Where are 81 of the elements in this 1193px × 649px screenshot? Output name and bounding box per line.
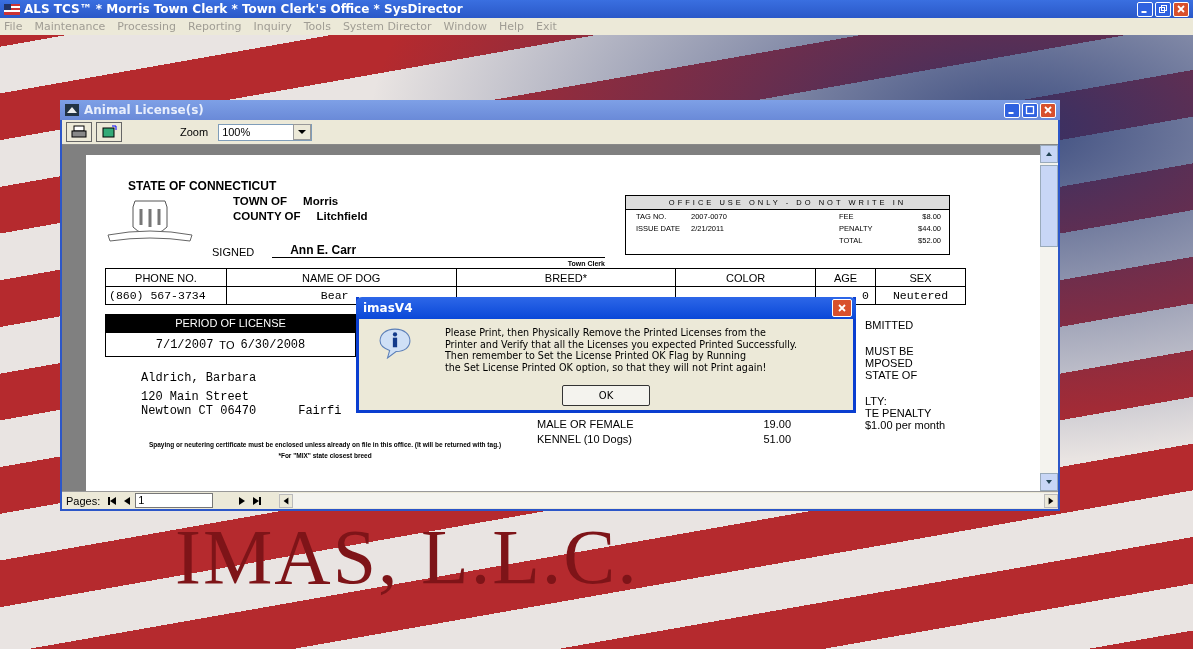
- owner-name: Aldrich, Barbara: [141, 371, 258, 385]
- first-page-icon: [106, 495, 117, 506]
- caret-icon: [293, 124, 312, 140]
- state-heading: STATE OF CONNECTICUT: [127, 179, 278, 193]
- column-header: COLOR: [675, 268, 816, 287]
- owner-street: 120 Main Street: [141, 390, 251, 404]
- flag-icon: [4, 3, 20, 15]
- horizontal-scrollbar[interactable]: [279, 493, 1058, 508]
- column-header: SEX: [875, 268, 966, 287]
- maximize-button[interactable]: [1022, 102, 1038, 118]
- vertical-scrollbar[interactable]: [1040, 145, 1058, 491]
- county-name: Litchfield: [316, 210, 368, 222]
- close-icon: [837, 303, 847, 313]
- fee-amount: 51.00: [763, 433, 791, 445]
- pages-label: Pages:: [66, 494, 101, 507]
- to-label: TO: [219, 338, 235, 351]
- fee-type: MALE OR FEMALE: [537, 418, 634, 430]
- notice-text: TE PENALTY: [865, 407, 933, 419]
- notice-text: LTY:: [865, 395, 888, 407]
- printer-icon: [71, 125, 87, 139]
- menu-item[interactable]: Exit: [536, 20, 557, 33]
- export-button[interactable]: [96, 122, 122, 142]
- notice-text: $1.00 per month: [865, 419, 947, 431]
- fee-amount: 19.00: [763, 418, 791, 430]
- signature-name: Ann E. Carr: [290, 243, 357, 257]
- column-header: BREED*: [456, 268, 676, 287]
- restore-button[interactable]: [1155, 1, 1171, 17]
- notice-text: BMITTED: [865, 319, 915, 331]
- menu-item[interactable]: System Director: [342, 20, 432, 33]
- owner-city: Newtown CT 06470: [141, 404, 257, 418]
- table-cell: Neutered: [875, 286, 966, 305]
- start-date: 7/1/2007: [155, 337, 214, 352]
- notice-text: STATE OF: [865, 369, 919, 381]
- close-button[interactable]: [1040, 102, 1056, 118]
- restore-icon: [1158, 4, 1168, 14]
- scroll-thumb[interactable]: [1040, 165, 1058, 247]
- minimize-button[interactable]: [1004, 102, 1020, 118]
- period-heading: PERIOD OF LICENSE: [105, 314, 356, 332]
- notice-text: MPOSED: [865, 357, 914, 369]
- ok-button[interactable]: OK: [562, 385, 650, 406]
- close-icon: [1043, 105, 1053, 115]
- menu-item[interactable]: Tools: [303, 20, 331, 33]
- info-icon: [377, 327, 413, 359]
- column-header: PHONE NO.: [105, 268, 227, 287]
- window-title: ALS TCS™ * Morris Town Clerk * Town Clerk's Office * SysDirector: [24, 2, 463, 16]
- table-cell: (860) 567-3734: [105, 286, 227, 305]
- menu-item[interactable]: Window: [443, 20, 487, 33]
- minimize-icon: [1007, 112, 1014, 114]
- print-button[interactable]: [66, 122, 92, 142]
- menu-item[interactable]: Maintenance: [34, 20, 106, 33]
- export-icon: [101, 125, 117, 139]
- zoom-dropdown[interactable]: 100%: [218, 123, 313, 141]
- report-icon: [65, 104, 79, 116]
- town-name: Morris: [303, 195, 339, 207]
- last-page-icon: [251, 495, 262, 506]
- fee-type: KENNEL (10 Dogs): [537, 433, 632, 445]
- close-button[interactable]: [832, 299, 852, 317]
- minimize-icon: [1140, 11, 1147, 13]
- menu-item[interactable]: Processing: [117, 20, 176, 33]
- menu-item[interactable]: Reporting: [188, 20, 242, 33]
- menu-item[interactable]: Inquiry: [253, 20, 292, 33]
- owner-county: Fairfi: [298, 404, 342, 418]
- window-title: Animal License(s): [84, 103, 204, 117]
- close-icon: [1176, 4, 1186, 14]
- scroll-left-icon: [279, 493, 294, 508]
- notice-text: MUST BE: [865, 345, 915, 357]
- page-number-field[interactable]: 1: [135, 493, 214, 508]
- county-label: COUNTY OF: [233, 210, 301, 222]
- next-page-icon: [236, 495, 247, 506]
- column-header: NAME OF DOG: [226, 268, 457, 287]
- minimize-button[interactable]: [1137, 1, 1153, 17]
- column-header: AGE: [815, 268, 876, 287]
- end-date: 6/30/2008: [240, 337, 306, 352]
- zoom-label: Zoom: [180, 126, 209, 138]
- town-label: TOWN OF: [233, 195, 288, 207]
- menu-item[interactable]: File: [4, 20, 23, 33]
- close-button[interactable]: [1173, 1, 1189, 17]
- maximize-icon: [1025, 105, 1035, 115]
- menu-item[interactable]: Help: [498, 20, 525, 33]
- dialog-message: Please Print, then Physically Remove the Printed Licenses from the Printer and Verify that all the Licenses you expected Printed Successfully. Then remember to Set the License Printed OK Flag by Running the Set License Printed OK option, so that they will not Print again!: [445, 327, 798, 373]
- signed-label: SIGNED: [212, 246, 255, 258]
